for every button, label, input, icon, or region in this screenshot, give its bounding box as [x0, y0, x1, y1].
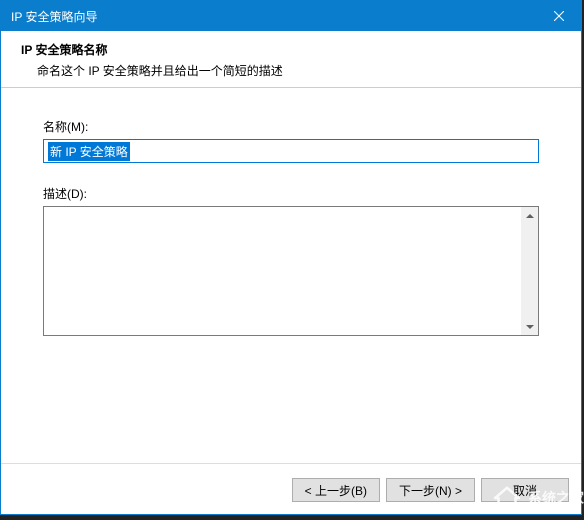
chevron-down-icon	[526, 325, 534, 329]
button-bar: < 上一步(B) 下一步(N) > 取消	[292, 478, 569, 502]
close-icon	[554, 11, 564, 21]
wizard-dialog: IP 安全策略向导 IP 安全策略名称 命名这个 IP 安全策略并且给出一个简短…	[0, 0, 582, 515]
description-textarea[interactable]	[44, 207, 521, 335]
name-field-group: 名称(M): 新 IP 安全策略	[43, 118, 539, 163]
description-field-group: 描述(D):	[43, 185, 539, 336]
wizard-header: IP 安全策略名称 命名这个 IP 安全策略并且给出一个简短的描述	[1, 31, 581, 88]
cancel-button[interactable]: 取消	[481, 478, 569, 502]
titlebar[interactable]: IP 安全策略向导	[1, 1, 581, 31]
name-label: 名称(M):	[43, 118, 539, 135]
chevron-up-icon	[526, 214, 534, 218]
scroll-down-button[interactable]	[521, 318, 538, 335]
scroll-up-button[interactable]	[521, 207, 538, 224]
name-input[interactable]: 新 IP 安全策略	[43, 139, 539, 163]
name-input-value: 新 IP 安全策略	[48, 142, 130, 161]
back-button[interactable]: < 上一步(B)	[292, 478, 380, 502]
next-button[interactable]: 下一步(N) >	[386, 478, 475, 502]
description-label: 描述(D):	[43, 185, 539, 202]
window-title: IP 安全策略向导	[11, 8, 97, 25]
wizard-title: IP 安全策略名称	[21, 41, 561, 58]
scrollbar[interactable]	[521, 207, 538, 335]
wizard-subtitle: 命名这个 IP 安全策略并且给出一个简短的描述	[21, 62, 561, 79]
close-button[interactable]	[536, 1, 581, 31]
wizard-content: 名称(M): 新 IP 安全策略 描述(D):	[1, 88, 581, 378]
description-textarea-wrapper	[43, 206, 539, 336]
separator	[1, 463, 581, 464]
scroll-track[interactable]	[521, 224, 538, 318]
